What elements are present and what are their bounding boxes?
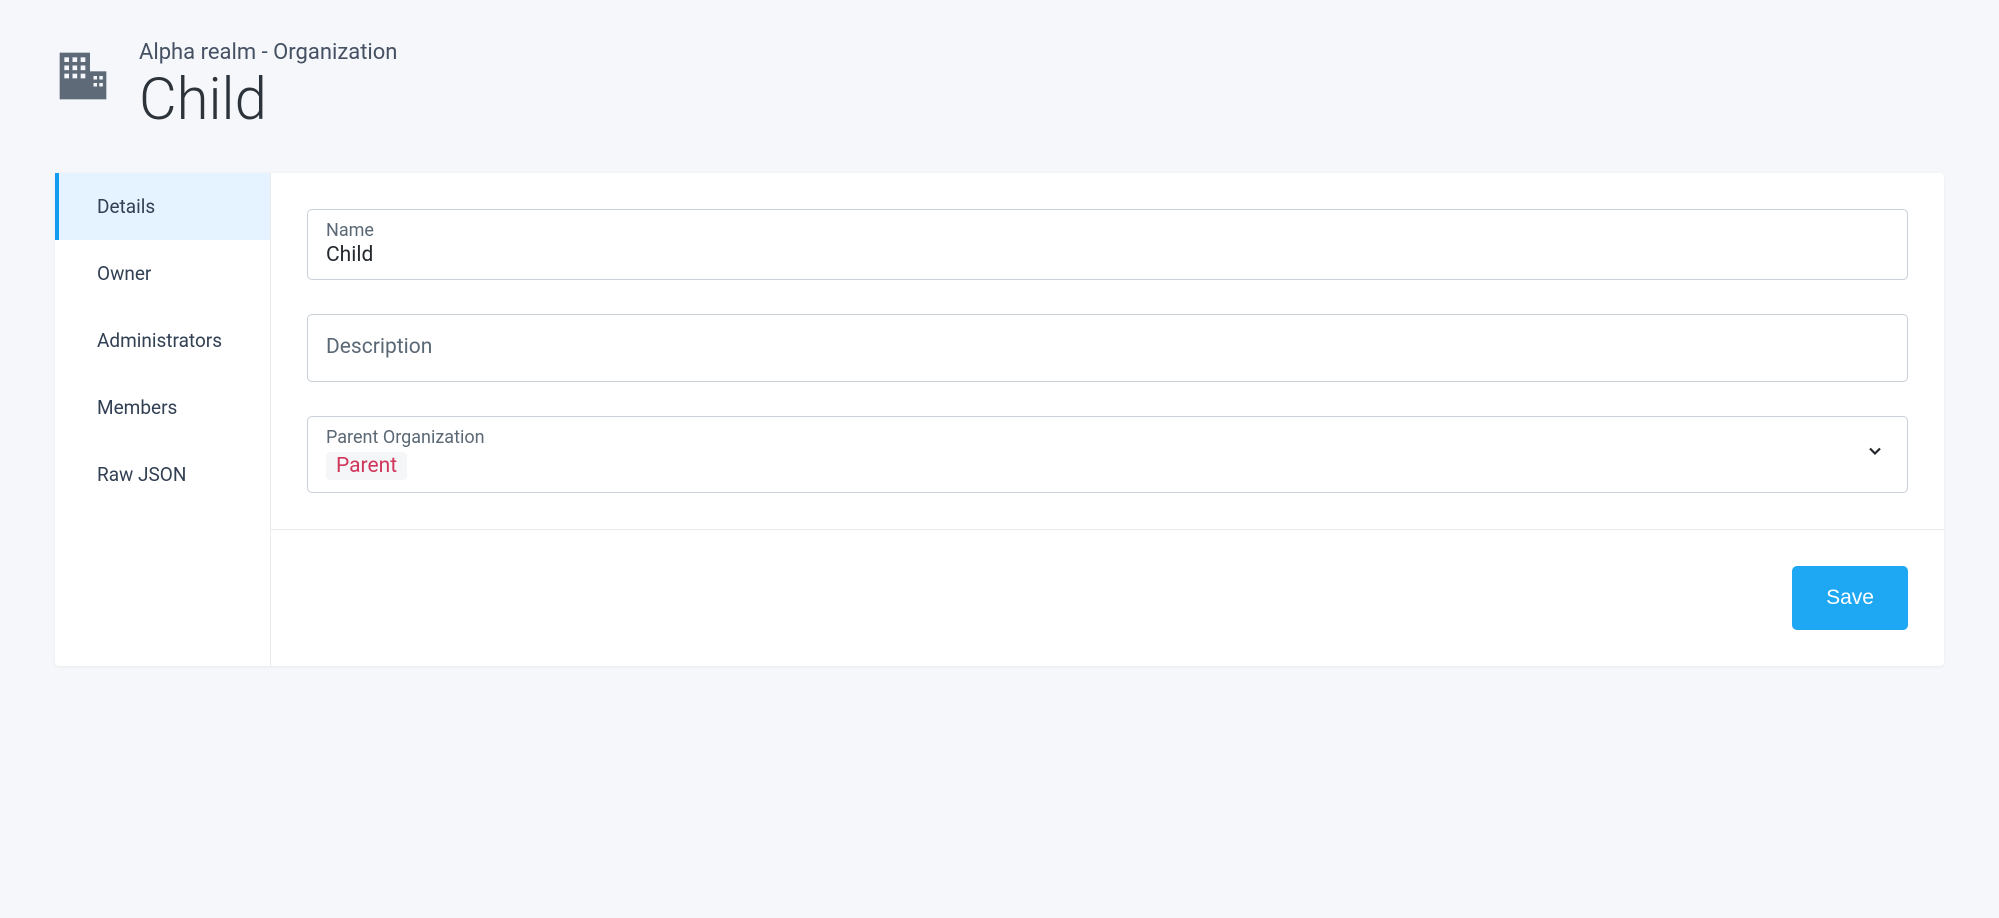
sidebar-item-members[interactable]: Members bbox=[55, 374, 270, 441]
sidebar-item-owner[interactable]: Owner bbox=[55, 240, 270, 307]
breadcrumb: Alpha realm - Organization bbox=[139, 40, 397, 65]
name-label: Name bbox=[326, 220, 1889, 241]
save-button[interactable]: Save bbox=[1792, 566, 1908, 630]
content-area: Name Description Parent Organization Par… bbox=[271, 173, 1944, 666]
main-panel: Details Owner Administrators Members Raw… bbox=[55, 173, 1944, 666]
building-icon bbox=[55, 48, 111, 104]
sidebar-item-administrators[interactable]: Administrators bbox=[55, 307, 270, 374]
page-header: Alpha realm - Organization Child bbox=[55, 40, 1944, 133]
description-field-wrapper[interactable]: Description bbox=[307, 314, 1908, 382]
sidebar-item-details[interactable]: Details bbox=[55, 173, 270, 240]
parent-org-field-wrapper[interactable]: Parent Organization Parent bbox=[307, 416, 1908, 493]
form-area: Name Description Parent Organization Par… bbox=[271, 173, 1944, 529]
sidebar-item-raw-json[interactable]: Raw JSON bbox=[55, 441, 270, 508]
name-field-wrapper[interactable]: Name bbox=[307, 209, 1908, 280]
page-title: Child bbox=[139, 69, 397, 133]
description-label: Description bbox=[326, 325, 1889, 369]
parent-org-chip[interactable]: Parent bbox=[326, 452, 407, 480]
chevron-down-icon[interactable] bbox=[1867, 443, 1889, 464]
sidebar: Details Owner Administrators Members Raw… bbox=[55, 173, 271, 666]
name-input[interactable] bbox=[326, 243, 1889, 267]
parent-org-label: Parent Organization bbox=[326, 427, 1867, 448]
header-text: Alpha realm - Organization Child bbox=[139, 40, 397, 133]
footer-actions: Save bbox=[271, 529, 1944, 666]
